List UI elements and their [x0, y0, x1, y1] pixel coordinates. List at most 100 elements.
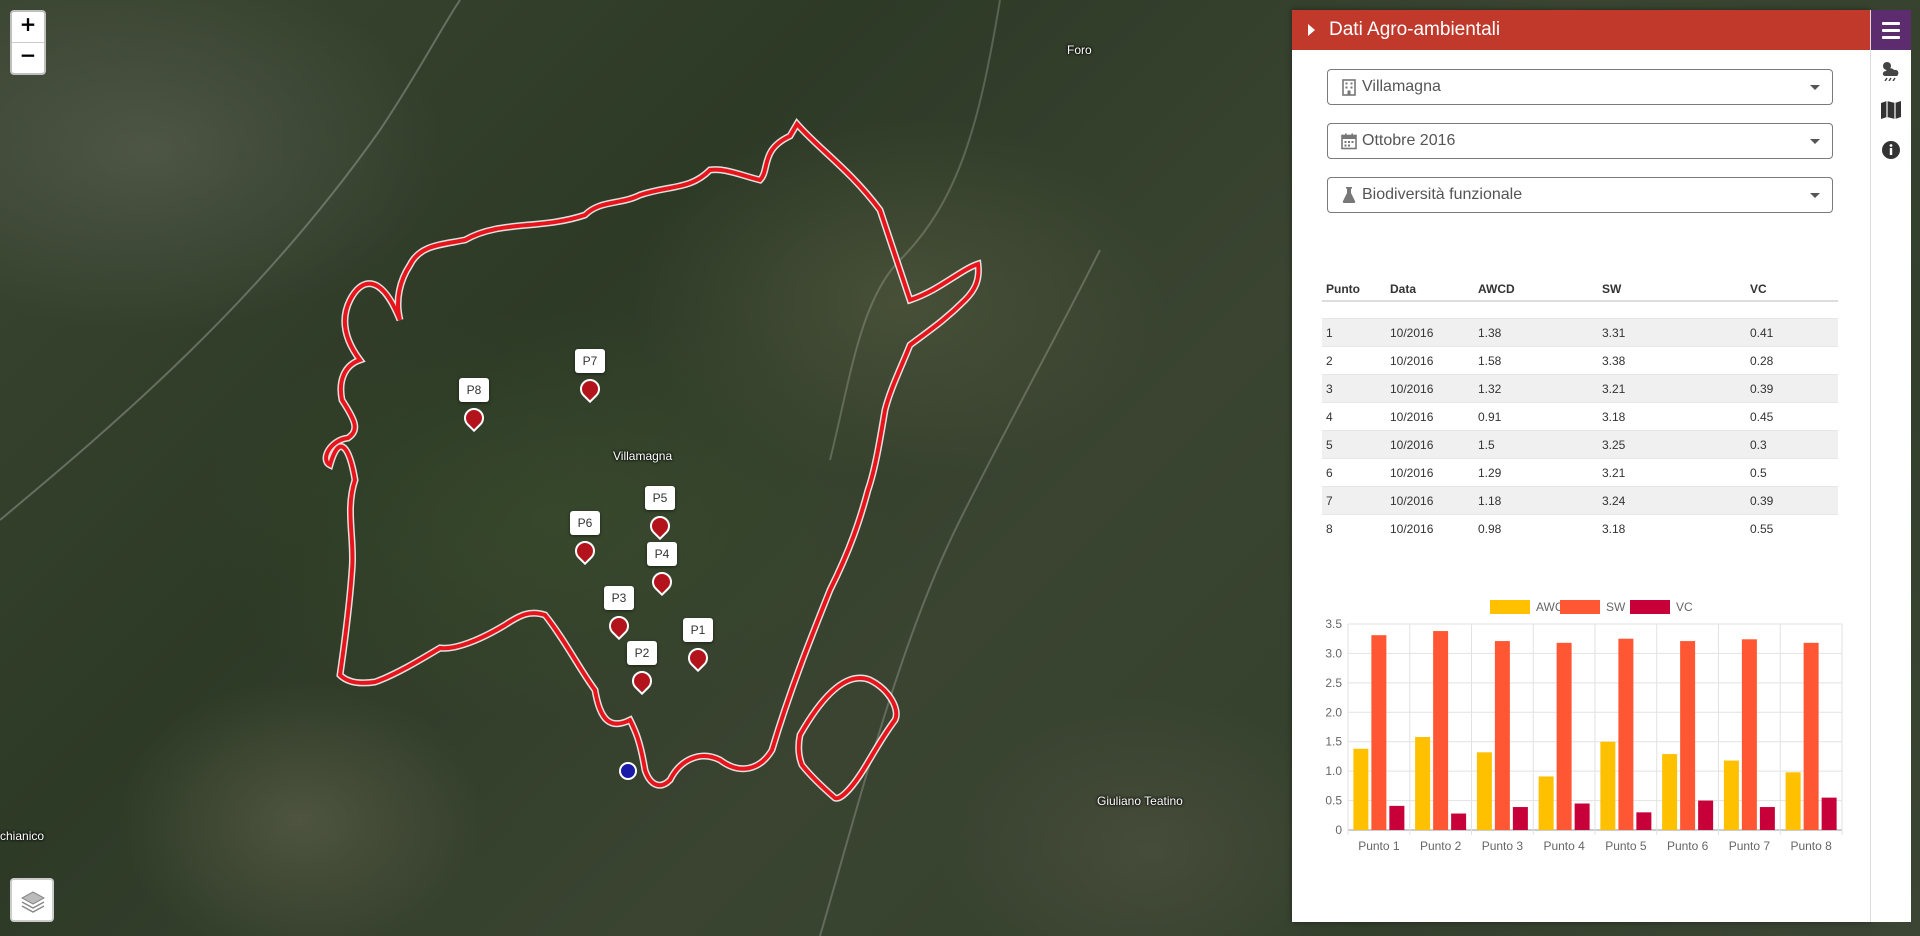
table-cell: 3.21: [1598, 458, 1746, 487]
bar-awcd: [1415, 737, 1431, 830]
legend-swatch: [1560, 600, 1600, 614]
table-cell: 3.25: [1598, 430, 1746, 459]
bar-vc: [1451, 813, 1467, 830]
table-cell: 0.41: [1746, 318, 1838, 347]
y-tick-label: 3.5: [1325, 617, 1342, 631]
table-cell: 1.18: [1474, 486, 1598, 515]
results-table: Punto Data AWCD SW VC 1 10/2016 1.38 3.31 0.…: [1322, 278, 1838, 542]
bar-awcd: [1476, 752, 1492, 830]
x-tick-label: Punto 3: [1482, 839, 1524, 853]
table-cell: 10/2016: [1386, 402, 1474, 431]
bar-awcd: [1723, 760, 1739, 830]
table-cell: 0.45: [1746, 402, 1838, 431]
bar-vc: [1512, 807, 1528, 830]
marker-label: P1: [683, 618, 713, 642]
x-tick-label: Punto 2: [1420, 839, 1462, 853]
current-location-dot: [619, 762, 637, 780]
table-cell: 1.29: [1474, 458, 1598, 487]
layers-button[interactable]: [10, 878, 54, 922]
location-select[interactable]: Villamagna: [1327, 69, 1833, 105]
road: [829, 0, 1001, 461]
bar-vc: [1698, 800, 1714, 830]
caret-right-icon: [1308, 24, 1315, 36]
table-spacer-cell: [1322, 301, 1838, 319]
panel-header[interactable]: Dati Agro-ambientali: [1292, 10, 1870, 50]
legend-label: VC: [1676, 600, 1693, 614]
period-select[interactable]: Ottobre 2016: [1327, 123, 1833, 159]
y-tick-label: 2.5: [1325, 676, 1342, 690]
x-tick-label: Punto 8: [1790, 839, 1832, 853]
bar-awcd: [1600, 741, 1616, 830]
column-header: SW: [1598, 278, 1746, 302]
side-menu-rail: [1870, 10, 1911, 922]
zoom-in-button[interactable]: +: [12, 12, 44, 42]
table-cell: 1.58: [1474, 346, 1598, 375]
table-cell: 3.18: [1598, 514, 1746, 542]
table-cell: 10/2016: [1386, 514, 1474, 542]
table-cell: 1: [1322, 318, 1386, 347]
table-row: 2 10/2016 1.58 3.38 0.28: [1322, 346, 1838, 375]
legend-label: SW: [1606, 600, 1626, 614]
chevron-down-icon: [1810, 139, 1820, 144]
table-cell: 0.39: [1746, 374, 1838, 403]
place-label-villamagna: Villamagna: [613, 449, 673, 463]
table-cell: 1.5: [1474, 430, 1598, 459]
bar-chart: AWCD SW VC00.51.01.52.02.53.03.5Punto 1 Pun…: [1325, 600, 1843, 853]
table-cell: 0.3: [1746, 430, 1838, 459]
indicator-select-value: Biodiversità funzionale: [1362, 186, 1523, 203]
legend-swatch: [1630, 600, 1670, 614]
table-row: 4 10/2016 0.91 3.18 0.45: [1322, 402, 1838, 431]
table-cell: 10/2016: [1386, 374, 1474, 403]
enclave-boundary-line: [796, 676, 899, 801]
bar-awcd: [1785, 772, 1801, 830]
marker-label: P8: [459, 378, 489, 402]
place-label-giuliano-teatino: Giuliano Teatino: [1097, 794, 1183, 808]
chevron-down-icon: [1810, 85, 1820, 90]
info-button[interactable]: [1871, 130, 1911, 170]
indicator-select[interactable]: Biodiversità funzionale: [1327, 177, 1833, 213]
table-cell: 2: [1322, 346, 1386, 375]
table-cell: 3: [1322, 374, 1386, 403]
table-row: 3 10/2016 1.32 3.21 0.39: [1322, 374, 1838, 403]
table-spacer-row: [1322, 301, 1838, 319]
bar-sw: [1371, 635, 1387, 830]
road: [0, 0, 461, 521]
table-cell: 10/2016: [1386, 346, 1474, 375]
column-header: Punto: [1322, 278, 1386, 302]
y-tick-label: 1.0: [1325, 764, 1342, 778]
bar-vc: [1574, 803, 1590, 830]
table-row: 7 10/2016 1.18 3.24 0.39: [1322, 486, 1838, 515]
marker-label: P6: [570, 511, 600, 535]
x-tick-label: Punto 6: [1667, 839, 1709, 853]
table-cell: 5: [1322, 430, 1386, 459]
zoom-out-button[interactable]: −: [12, 42, 44, 73]
table-cell: 3.24: [1598, 486, 1746, 515]
marker-label: P7: [575, 349, 605, 373]
y-tick-label: 0: [1335, 823, 1342, 837]
table-cell: 3.18: [1598, 402, 1746, 431]
place-label-chianico: chianico: [0, 829, 45, 843]
map-icon: [1881, 101, 1901, 119]
table-row: 8 10/2016 0.98 3.18 0.55: [1322, 514, 1838, 542]
period-select-value: Ottobre 2016: [1362, 132, 1456, 149]
y-tick-label: 1.5: [1325, 735, 1342, 749]
menu-icon[interactable]: [1871, 10, 1911, 50]
bar-sw: [1556, 642, 1572, 830]
bar-awcd: [1538, 776, 1554, 830]
table-cell: 0.55: [1746, 514, 1838, 542]
column-header: Data: [1386, 278, 1474, 302]
location-select-value: Villamagna: [1362, 78, 1441, 95]
table-cell: 0.98: [1474, 514, 1598, 542]
y-tick-label: 2.0: [1325, 705, 1342, 719]
bar-sw: [1618, 638, 1634, 830]
bar-sw: [1741, 639, 1757, 830]
column-header: VC: [1746, 278, 1838, 302]
map-button[interactable]: [1871, 90, 1911, 130]
marker-label: P4: [647, 542, 677, 566]
panel-title: Dati Agro-ambientali: [1329, 19, 1501, 40]
table-cell: 0.91: [1474, 402, 1598, 431]
bar-vc: [1759, 807, 1775, 830]
table-cell: 10/2016: [1386, 486, 1474, 515]
bar-vc: [1821, 797, 1837, 830]
weather-button[interactable]: [1871, 50, 1911, 90]
